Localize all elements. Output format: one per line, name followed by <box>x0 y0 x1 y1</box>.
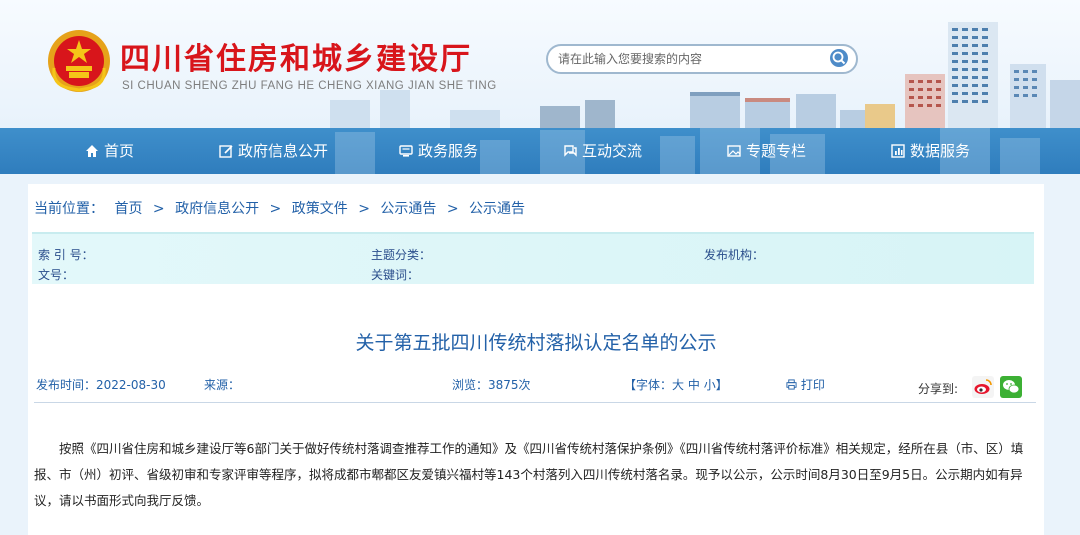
article-title: 关于第五批四川传统村落拟认定名单的公示 <box>355 332 717 354</box>
document-meta-box: 索 引 号： 文号： 主题分类： 关键词： 发布机构： <box>32 232 1034 284</box>
nav-item-label: 数据服务 <box>910 142 971 160</box>
content-card: 当前位置： 首页 > 政府信息公开 > 政策文件 > 公示通告 > 公示通告 索… <box>28 184 1044 535</box>
search-box <box>546 44 858 74</box>
nav-item-interaction[interactable]: 互动交流 <box>562 128 642 174</box>
divider <box>34 402 1036 403</box>
site-header: 四川省住房和城乡建设厅 SI CHUAN SHENG ZHU FANG HE C… <box>0 0 1080 128</box>
nav-item-label: 政府信息公开 <box>238 142 329 160</box>
breadcrumb-separator: > <box>358 201 370 217</box>
breadcrumb-link-home[interactable]: 首页 <box>114 201 142 217</box>
nav-item-label: 专题专栏 <box>746 142 807 160</box>
breadcrumb: 当前位置： 首页 > 政府信息公开 > 政策文件 > 公示通告 > 公示通告 <box>34 198 525 218</box>
font-size-large-button[interactable]: 大 <box>672 378 684 392</box>
breadcrumb-separator: > <box>269 201 282 217</box>
font-size-label: 【字体： <box>624 378 673 392</box>
view-count: 浏览：3875次 <box>452 378 531 392</box>
national-emblem-icon <box>48 30 110 92</box>
breadcrumb-label: 当前位置： <box>34 201 104 217</box>
share-label: 分享到: <box>918 382 959 396</box>
print-icon <box>786 379 797 390</box>
font-size-small-button[interactable]: 小 <box>704 378 716 392</box>
edit-icon <box>219 145 233 158</box>
article-info-row: 发布时间：2022-08-30 来源： 浏览：3875次 【字体：大 中 小】 … <box>28 374 1044 402</box>
home-icon <box>86 145 98 157</box>
nav-item-label: 政务服务 <box>418 142 479 160</box>
article-body: 按照《四川省住房和城乡建设厅等6部门关于做好传统村落调查推荐工作的通知》及《四川… <box>34 441 1024 508</box>
nav-item-gov-info[interactable]: 政府信息公开 <box>218 128 328 174</box>
meta-index-no: 索 引 号： <box>38 248 94 262</box>
site-title: 四川省住房和城乡建设厅 <box>120 42 472 77</box>
meta-publisher: 发布机构： <box>704 248 765 262</box>
site-subtitle: SI CHUAN SHENG ZHU FANG HE CHENG XIANG J… <box>122 80 497 92</box>
breadcrumb-link-policy[interactable]: 政策文件 <box>292 201 348 217</box>
font-size-bracket: 】 <box>715 378 728 392</box>
meta-topic: 主题分类： <box>371 248 432 262</box>
nav-item-topics[interactable]: 专题专栏 <box>726 128 806 174</box>
meta-doc-no: 文号： <box>38 268 75 282</box>
source: 来源： <box>204 378 241 392</box>
meta-keywords: 关键词： <box>371 268 420 282</box>
chart-icon <box>891 144 905 158</box>
search-input[interactable] <box>558 50 818 68</box>
monitor-icon <box>399 145 413 157</box>
nav-item-label: 互动交流 <box>582 142 643 160</box>
nav-item-data[interactable]: 数据服务 <box>890 128 970 174</box>
chat-icon <box>564 145 577 157</box>
publish-time: 发布时间：2022-08-30 <box>36 378 166 392</box>
nav-item-label: 首页 <box>104 142 135 160</box>
breadcrumb-separator: > <box>446 201 459 217</box>
breadcrumb-link-notices-current[interactable]: 公示通告 <box>469 201 525 217</box>
breadcrumb-link-gov-info[interactable]: 政府信息公开 <box>175 201 259 217</box>
main-nav: 首页 政府信息公开 政务服务 互动交流 专题专栏 数据服务 <box>0 128 1080 174</box>
nav-item-services[interactable]: 政务服务 <box>398 128 478 174</box>
image-icon <box>727 145 741 157</box>
breadcrumb-separator: > <box>152 201 165 217</box>
print-button[interactable]: 打印 <box>786 376 825 393</box>
breadcrumb-link-notices[interactable]: 公示通告 <box>380 201 436 217</box>
weibo-icon[interactable] <box>972 376 994 398</box>
nav-item-home[interactable]: 首页 <box>84 128 134 174</box>
print-label: 打印 <box>800 378 825 392</box>
search-icon[interactable] <box>828 48 850 70</box>
wechat-icon[interactable] <box>1000 376 1022 398</box>
font-size-medium-button[interactable]: 中 <box>688 378 700 392</box>
font-size-control: 【字体：大 中 小】 <box>624 376 728 393</box>
